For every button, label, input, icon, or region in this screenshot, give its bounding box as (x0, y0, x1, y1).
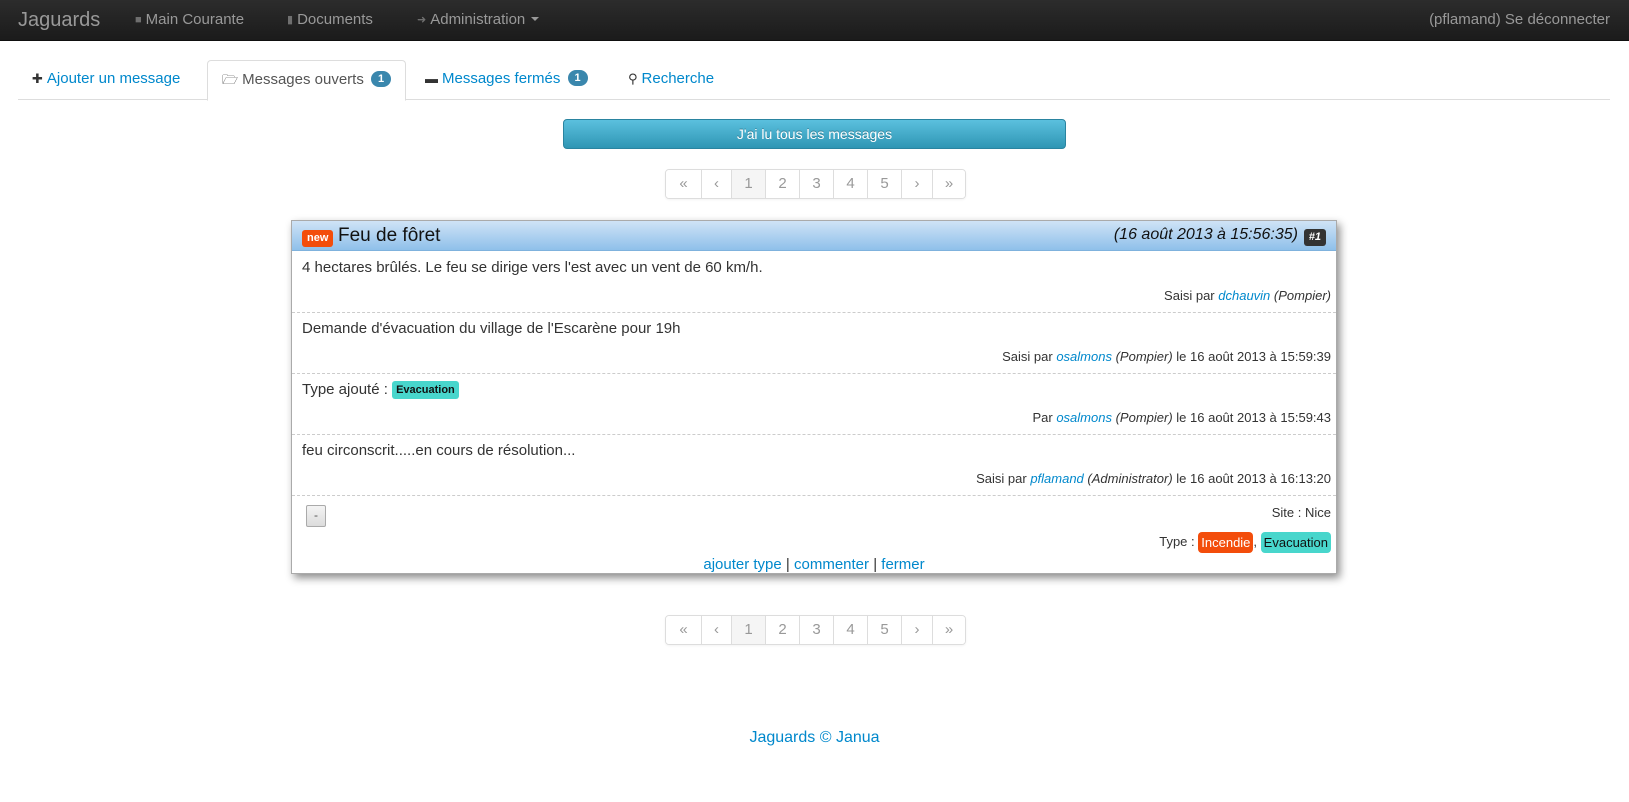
wrench-icon: ➜ (417, 14, 427, 26)
message-header: new Feu de fôret (16 août 2013 à 15:56:3… (292, 221, 1336, 251)
page-1[interactable]: 1 (731, 616, 765, 644)
page-last[interactable]: » (932, 616, 965, 644)
page-2[interactable]: 2 (765, 170, 799, 198)
page-first[interactable]: « (666, 616, 701, 644)
top-navbar: Jaguards ■ Main Courante ▮ Documents ➜ Admi… (0, 0, 1629, 41)
page-5[interactable]: 5 (867, 616, 901, 644)
entry-meta: Saisi par pflamand (Administrator) le 16… (976, 471, 1331, 486)
entry-text: Type ajouté : Evacuation (302, 381, 459, 400)
entry-timestamp: le 16 août 2013 à 16:13:20 (1176, 471, 1331, 486)
entry-user-link[interactable]: osalmons (1056, 410, 1112, 425)
nav-documents-label: Documents (297, 11, 373, 28)
message-title: Feu de fôret (338, 225, 441, 246)
type-label-evacuation: Evacuation (392, 381, 459, 400)
open-count-badge: 1 (371, 71, 392, 88)
search-icon: ⚲ (628, 71, 638, 86)
action-separator: | (785, 556, 790, 573)
comment-link[interactable]: commenter (794, 556, 869, 573)
entry-meta: Saisi par osalmons (Pompier) le 16 août … (1002, 349, 1331, 364)
message-number-badge: #1 (1303, 229, 1326, 246)
entry-meta: Par osalmons (Pompier) le 16 août 2013 à… (1032, 410, 1331, 425)
tab-search-label: Recherche (641, 70, 715, 87)
nav-administration-label: Administration (430, 11, 526, 28)
caret-down-icon (531, 17, 540, 22)
tab-search[interactable]: ⚲ Recherche (614, 60, 728, 100)
page-first[interactable]: « (666, 170, 701, 198)
entry-role: (Pompier) (1115, 410, 1173, 425)
entry-role: (Administrator) (1087, 471, 1173, 486)
entry-timestamp: le 16 août 2013 à 15:59:39 (1176, 349, 1331, 364)
closed-count-badge: 1 (567, 70, 588, 87)
add-type-link[interactable]: ajouter type (703, 556, 781, 573)
message-card: new Feu de fôret (16 août 2013 à 15:56:3… (291, 220, 1337, 574)
type-separator: , (1253, 533, 1258, 549)
page-3[interactable]: 3 (799, 170, 833, 198)
message-actions: ajouter type | commenter | fermer (292, 556, 1336, 573)
nav-main-courante[interactable]: ■ Main Courante (135, 0, 244, 41)
message-entry: Type ajouté : Evacuation Par osalmons (P… (292, 374, 1336, 435)
entry-prefix: Saisi par (1002, 349, 1053, 364)
page-4[interactable]: 4 (833, 170, 867, 198)
type-list: Type : Incendie, Evacuation (1159, 532, 1331, 553)
nav-main-courante-label: Main Courante (145, 11, 245, 28)
page-next[interactable]: › (901, 170, 932, 198)
tab-add-message-label: Ajouter un message (46, 70, 181, 87)
brand-link[interactable]: Jaguards (18, 0, 100, 41)
page-4[interactable]: 4 (833, 616, 867, 644)
plus-icon: ✚ (32, 71, 43, 86)
type-chip-evacuation: Evacuation (1260, 532, 1331, 553)
pagination-top: « ‹ 1 2 3 4 5 › » (665, 169, 966, 199)
site-info: Site : Nice (1271, 505, 1331, 520)
logout-link[interactable]: (pflamand) Se déconnecter (1429, 0, 1610, 41)
entry-role: (Pompier) (1115, 349, 1173, 364)
message-date: (16 août 2013 à 15:56:35) (1113, 226, 1298, 243)
page-last[interactable]: » (932, 170, 965, 198)
page-3[interactable]: 3 (799, 616, 833, 644)
entry-prefix: Par (1032, 410, 1053, 425)
entry-timestamp: le 16 août 2013 à 15:59:43 (1176, 410, 1331, 425)
footer-link[interactable]: Jaguards © Janua (0, 729, 1629, 747)
entry-meta: Saisi par dchauvin (Pompier) (1164, 288, 1331, 303)
type-prefix: Type : (1159, 533, 1195, 549)
folder-open-icon: 🗁 (222, 72, 239, 87)
entry-user-link[interactable]: pflamand (1030, 471, 1083, 486)
entry-text: 4 hectares brûlés. Le feu se dirige vers… (302, 259, 763, 276)
tab-closed-messages[interactable]: ▬ Messages fermés 1 (411, 60, 602, 100)
entry-user-link[interactable]: osalmons (1056, 349, 1112, 364)
entry-prefix: Saisi par (1164, 288, 1215, 303)
file-icon: ▮ (287, 14, 294, 26)
entry-prefix: Saisi par (976, 471, 1027, 486)
new-badge: new (302, 230, 334, 247)
tab-closed-messages-label: Messages fermés (442, 70, 561, 87)
page-prev[interactable]: ‹ (701, 616, 731, 644)
message-footer: - Site : Nice Type : Incendie, Evacuatio… (292, 496, 1336, 574)
message-entry: 4 hectares brûlés. Le feu se dirige vers… (292, 252, 1336, 313)
collapse-button[interactable]: - (306, 505, 326, 527)
action-separator: | (873, 556, 878, 573)
message-entry: Demande d'évacuation du village de l'Esc… (292, 313, 1336, 374)
nav-documents[interactable]: ▮ Documents (287, 0, 373, 41)
entry-role: (Pompier) (1273, 288, 1331, 303)
entry-text: Demande d'évacuation du village de l'Esc… (302, 320, 681, 337)
entry-text: feu circonscrit.....en cours de résoluti… (302, 442, 576, 459)
page-5[interactable]: 5 (867, 170, 901, 198)
mark-all-read-button[interactable]: J'ai lu tous les messages (563, 119, 1066, 149)
tab-add-message[interactable]: ✚ Ajouter un message (18, 60, 194, 100)
tab-open-messages-label: Messages ouverts (242, 71, 364, 88)
comment-icon: ■ (135, 14, 142, 26)
page-1[interactable]: 1 (731, 170, 765, 198)
page-2[interactable]: 2 (765, 616, 799, 644)
message-entry: feu circonscrit.....en cours de résoluti… (292, 435, 1336, 496)
pagination-bottom: « ‹ 1 2 3 4 5 › » (665, 615, 966, 645)
nav-administration-dropdown[interactable]: ➜ Administration (417, 0, 540, 41)
page-prev[interactable]: ‹ (701, 170, 731, 198)
type-added-text: Type ajouté : (302, 381, 388, 398)
folder-icon: ▬ (425, 71, 438, 86)
entry-user-link[interactable]: dchauvin (1218, 288, 1270, 303)
type-chip-incendie: Incendie (1198, 532, 1254, 553)
page-next[interactable]: › (901, 616, 932, 644)
tab-open-messages[interactable]: 🗁 Messages ouverts 1 (207, 60, 407, 101)
close-link[interactable]: fermer (881, 556, 924, 573)
message-tabs: ✚ Ajouter un message 🗁 Messages ouverts 1 … (18, 60, 1610, 101)
